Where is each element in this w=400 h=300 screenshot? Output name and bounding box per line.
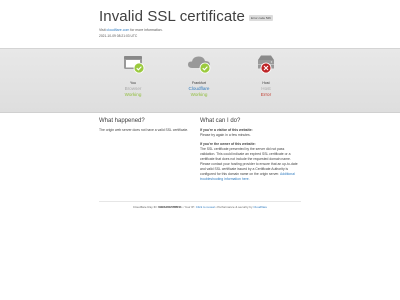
browser-icon [124, 56, 145, 74]
node-status: Working [190, 92, 208, 97]
ray-id: 69b5d0fc5f85f41 [158, 205, 182, 209]
cloudflare-link[interactable]: cloudflare.com [107, 28, 130, 32]
footer-divider [99, 201, 301, 202]
page-title: Invalid SSL certificate [99, 8, 245, 25]
cloud-icon [188, 56, 211, 74]
title-row: Invalid SSL certificate Error code 526 [99, 8, 359, 26]
node-host: Host Host Error [246, 53, 286, 98]
server-icon [258, 55, 274, 74]
timestamp: 2021-10-09 08:21:03 UTC [99, 34, 138, 38]
perf-label: Performance & security by [217, 205, 253, 209]
what-can-i-do-section: If you're a visitor of this website: Ple… [200, 128, 300, 182]
ray-label: Cloudflare Ray ID: [132, 205, 158, 209]
visit-suffix: for more information. [130, 28, 163, 32]
node-status: Working [124, 92, 142, 97]
node-browser: You Browser Working [113, 53, 153, 98]
visitor-text: Please try again in a few minutes. [200, 133, 251, 137]
visit-line: Visit cloudflare.com for more informatio… [99, 28, 359, 33]
node-status: Error [260, 92, 272, 97]
error-header: Invalid SSL certificate Error code 526 V… [99, 8, 359, 39]
footer: Cloudflare Ray ID: 69b5d0fc5f85f41 • You… [0, 205, 400, 209]
visit-prefix: Visit [99, 28, 106, 32]
what-happened-title: What happened? [99, 118, 145, 124]
what-happened-text: The origin web server does not have a va… [99, 128, 189, 132]
reveal-ip-link[interactable]: Click to reveal [196, 205, 215, 209]
error-code-badge: Error code 526 [248, 15, 273, 21]
what-can-i-do-title: What can I do? [200, 118, 241, 124]
node-cloudflare: Frankfurt Cloudflare Working [179, 53, 219, 98]
cloudflare-footer-link[interactable]: Cloudflare [253, 205, 267, 209]
ip-label: Your IP: [184, 205, 195, 209]
